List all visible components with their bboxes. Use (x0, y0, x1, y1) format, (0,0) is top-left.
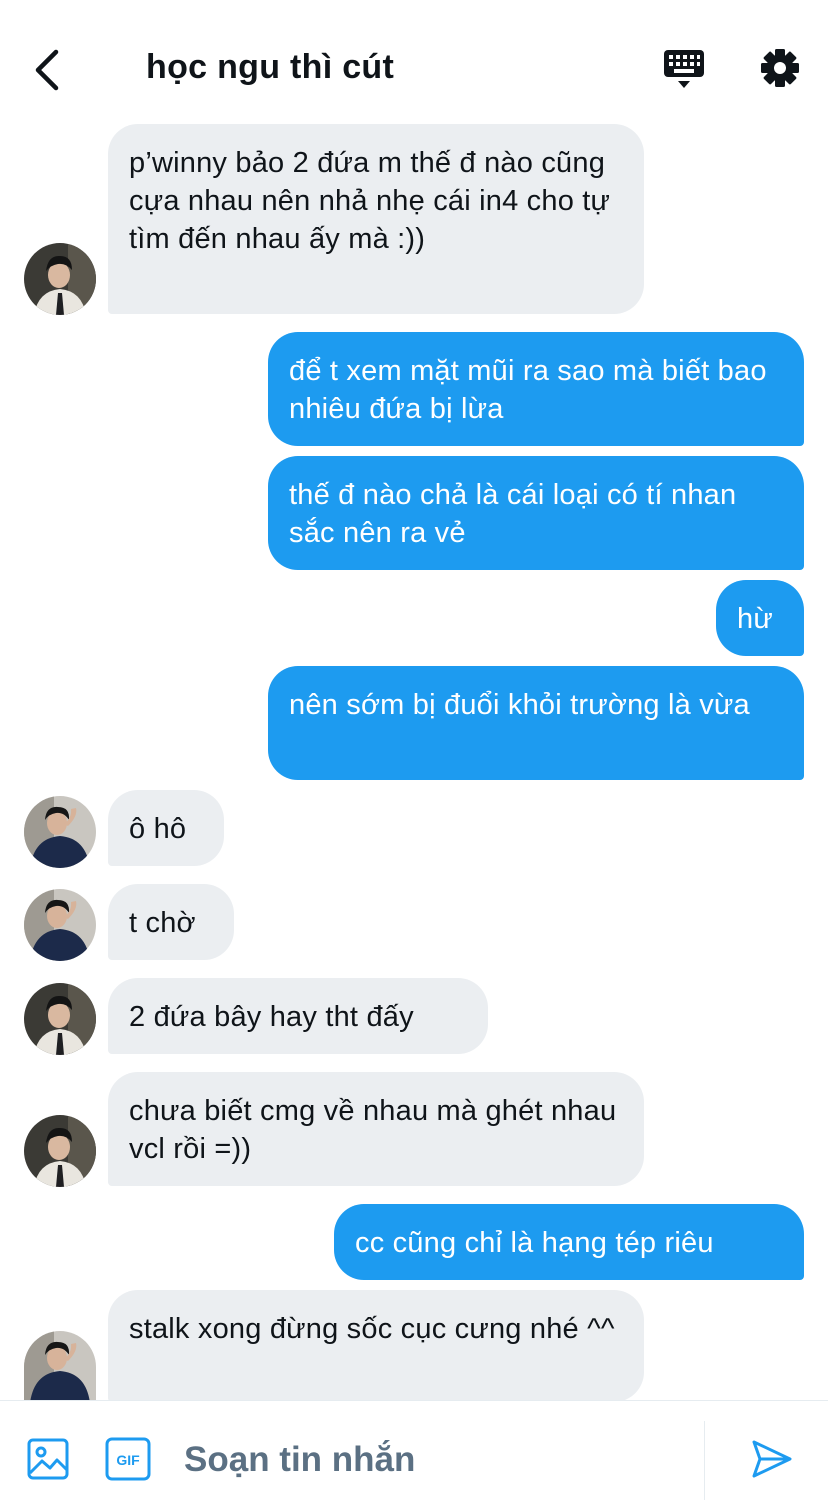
message-composer: GIF (0, 1400, 828, 1500)
avatar[interactable] (24, 1115, 96, 1187)
image-icon (27, 1438, 69, 1480)
settings-button[interactable] (756, 44, 806, 94)
message-bubble-sent[interactable]: thế đ nào chả là cái loại có tí nhan sắc… (268, 456, 804, 570)
avatar-photo (24, 243, 96, 315)
message-bubble-sent[interactable]: để t xem mặt mũi ra sao mà biết bao nhiê… (268, 332, 804, 446)
avatar[interactable] (24, 889, 96, 961)
avatar[interactable] (24, 1331, 96, 1400)
message-bubble-received[interactable]: 2 đứa bây hay tht đấy (108, 978, 488, 1054)
conversation-title: học ngu thì cút (146, 48, 395, 86)
avatar-photo (24, 796, 96, 868)
message-bubble-received[interactable]: ô hô (108, 790, 224, 866)
avatar[interactable] (24, 983, 96, 1055)
avatar[interactable] (24, 243, 96, 315)
message-bubble-received[interactable]: p’winny bảo 2 đứa m thế đ nào cũng cựa n… (108, 124, 644, 314)
avatar-photo (24, 1331, 96, 1400)
keyboard-icon (664, 50, 704, 88)
conversation-header: học ngu thì cút (0, 0, 828, 120)
keyboard-button[interactable] (660, 46, 710, 96)
composer-divider (704, 1421, 705, 1500)
send-icon (752, 1440, 792, 1478)
add-gif-button[interactable]: GIF (105, 1437, 151, 1481)
avatar-photo (24, 983, 96, 1055)
message-bubble-sent[interactable]: nên sớm bị đuổi khỏi trường là vừa (268, 666, 804, 780)
message-bubble-received[interactable]: stalk xong đừng sốc cục cưng nhé ^^ (108, 1290, 644, 1402)
send-button[interactable] (750, 1437, 794, 1481)
back-button[interactable] (22, 44, 70, 96)
message-bubble-sent[interactable]: cc cũng chỉ là hạng tép riêu (334, 1204, 804, 1280)
avatar[interactable] (24, 796, 96, 868)
gif-icon: GIF (105, 1437, 151, 1481)
chevron-left-icon (35, 49, 59, 91)
avatar-photo (24, 889, 96, 961)
message-bubble-received[interactable]: t chờ (108, 884, 234, 960)
message-bubble-sent[interactable]: hừ (716, 580, 804, 656)
gif-label: GIF (116, 1452, 140, 1468)
message-input[interactable] (184, 1437, 684, 1483)
add-image-button[interactable] (26, 1437, 70, 1481)
gear-icon (761, 49, 799, 87)
message-bubble-received[interactable]: chưa biết cmg về nhau mà ghét nhau vcl r… (108, 1072, 644, 1186)
avatar-photo (24, 1115, 96, 1187)
